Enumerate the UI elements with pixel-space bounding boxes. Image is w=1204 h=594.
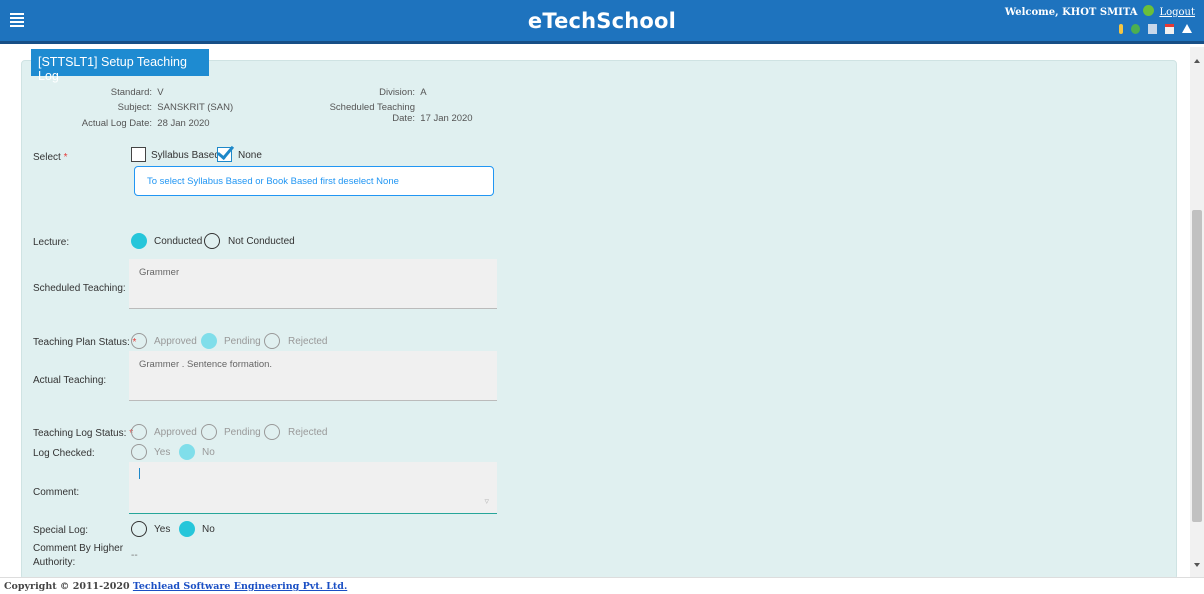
- comment-label: Comment:: [33, 487, 80, 498]
- scheduled-teaching-field[interactable]: Grammer: [129, 259, 497, 309]
- comment-field[interactable]: ▿: [129, 462, 497, 514]
- resize-handle-icon[interactable]: ▿: [484, 496, 489, 507]
- none-checkbox[interactable]: [217, 147, 232, 162]
- actual-teaching-label: Actual Teaching:: [33, 375, 107, 386]
- mail-icon[interactable]: [1148, 24, 1157, 34]
- select-label: Select *: [33, 152, 67, 163]
- select-notice: To select Syllabus Based or Book Based f…: [134, 166, 494, 196]
- standard-label: Standard:: [110, 87, 152, 98]
- division-label: Division:: [379, 87, 415, 98]
- plan-approved-radio[interactable]: [131, 333, 147, 349]
- log-checked-no-radio[interactable]: [179, 444, 195, 460]
- actual-date-label: Actual Log Date:: [81, 118, 152, 129]
- required-mark: *: [63, 152, 68, 163]
- scroll-up-icon[interactable]: [1194, 59, 1200, 63]
- company-link[interactable]: Techlead Software Engineering Pvt. Ltd.: [133, 581, 347, 592]
- text-caret: [139, 468, 140, 479]
- division-info: Division: A: [314, 87, 427, 98]
- log-rejected-label: Rejected: [288, 427, 328, 438]
- top-bar: eTechSchool Welcome, KHOT SMITA Logout: [0, 0, 1204, 44]
- syllabus-based-label: Syllabus Based: [151, 150, 220, 161]
- scroll-thumb[interactable]: [1192, 210, 1202, 522]
- actual-date-value: 28 Jan 2020: [157, 118, 210, 129]
- special-log-no-label: No: [202, 524, 215, 535]
- vertical-scrollbar[interactable]: [1190, 47, 1204, 577]
- welcome-area: Welcome, KHOT SMITA Logout: [1005, 5, 1195, 18]
- log-checked-yes-label: Yes: [154, 447, 171, 458]
- not-conducted-label: Not Conducted: [228, 236, 295, 247]
- none-label: None: [238, 150, 262, 161]
- plan-rejected-label: Rejected: [288, 336, 328, 347]
- higher-comment-label-line1: Comment By Higher: [33, 543, 124, 554]
- home-icon[interactable]: [1182, 24, 1192, 33]
- lecture-label: Lecture:: [33, 237, 70, 248]
- log-pending-label: Pending: [224, 427, 261, 438]
- division-value: A: [420, 87, 427, 98]
- help-icon[interactable]: [1131, 24, 1140, 34]
- scheduled-date-label: Scheduled Teaching Date:: [329, 102, 415, 124]
- plan-status-label-text: Teaching Plan Status:: [33, 337, 130, 348]
- toolbar-icons: [1119, 24, 1192, 34]
- plan-status-label: Teaching Plan Status: *: [33, 337, 136, 348]
- scheduled-teaching-value: Grammer: [139, 267, 180, 278]
- copyright-text: Copyright © 2011-2020: [4, 581, 130, 592]
- special-log-no-radio[interactable]: [179, 521, 195, 537]
- footer: Copyright © 2011-2020 Techlead Software …: [0, 577, 1204, 594]
- log-pending-radio[interactable]: [201, 424, 217, 440]
- special-log-yes-label: Yes: [154, 524, 171, 535]
- actual-teaching-field[interactable]: Grammer . Sentence formation.: [129, 351, 497, 401]
- plan-approved-label: Approved: [154, 336, 197, 347]
- scheduled-date-info: Scheduled Teaching Date: 17 Jan 2020: [314, 102, 473, 124]
- subject-value: SANSKRIT (SAN): [157, 102, 234, 113]
- log-status-label: Teaching Log Status: *: [33, 428, 133, 439]
- form-tab-title: [STTSLT1] Setup Teaching Log: [31, 49, 209, 83]
- log-checked-yes-radio[interactable]: [131, 444, 147, 460]
- scroll-down-icon[interactable]: [1194, 563, 1200, 567]
- standard-info: Standard: V: [80, 87, 164, 98]
- log-status-label-text: Teaching Log Status:: [33, 428, 127, 439]
- actual-date-info: Actual Log Date: 28 Jan 2020: [80, 118, 210, 129]
- plan-pending-radio[interactable]: [201, 333, 217, 349]
- conducted-radio[interactable]: [131, 233, 147, 249]
- content-area: [STTSLT1] Setup Teaching Log Standard: V…: [0, 47, 1204, 580]
- calendar-icon[interactable]: [1165, 24, 1174, 34]
- syllabus-based-checkbox[interactable]: [131, 147, 146, 162]
- subject-info: Subject: SANSKRIT (SAN): [80, 102, 233, 113]
- log-approved-label: Approved: [154, 427, 197, 438]
- special-log-yes-radio[interactable]: [131, 521, 147, 537]
- standard-value: V: [157, 87, 164, 98]
- log-rejected-radio[interactable]: [264, 424, 280, 440]
- scheduled-teaching-label: Scheduled Teaching:: [33, 283, 126, 294]
- logout-link[interactable]: Logout: [1159, 7, 1195, 18]
- log-checked-label: Log Checked:: [33, 448, 95, 459]
- user-icon: [1142, 5, 1154, 16]
- plan-rejected-radio[interactable]: [264, 333, 280, 349]
- log-approved-radio[interactable]: [131, 424, 147, 440]
- higher-comment-value: --: [131, 550, 138, 561]
- scheduled-date-value: 17 Jan 2020: [420, 113, 473, 124]
- welcome-text: Welcome, KHOT SMITA: [1004, 7, 1138, 18]
- actual-teaching-value: Grammer . Sentence formation.: [139, 359, 273, 370]
- not-conducted-radio[interactable]: [204, 233, 220, 249]
- log-checked-no-label: No: [202, 447, 215, 458]
- plan-pending-label: Pending: [224, 336, 261, 347]
- subject-label: Subject:: [117, 102, 152, 113]
- info-icon[interactable]: [1119, 24, 1123, 34]
- conducted-label: Conducted: [154, 236, 203, 247]
- select-label-text: Select: [33, 152, 61, 163]
- special-log-label: Special Log:: [33, 525, 89, 536]
- higher-comment-label-line2: Authority:: [33, 557, 76, 568]
